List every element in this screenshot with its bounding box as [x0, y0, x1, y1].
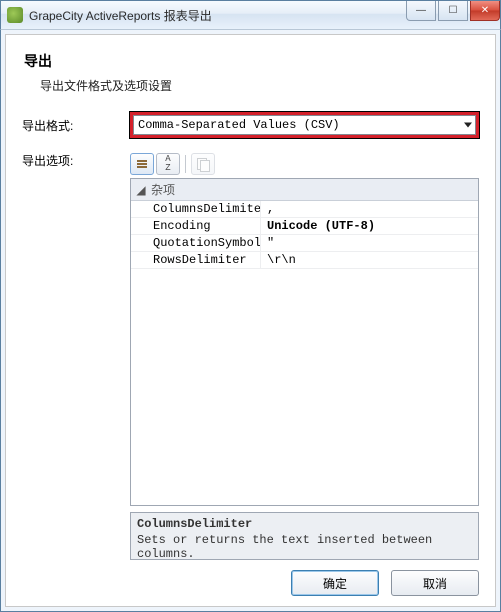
- page-subtitle: 导出文件格式及选项设置: [40, 77, 479, 94]
- desc-prop-name: ColumnsDelimiter: [137, 517, 472, 531]
- propgrid-prop-name: ColumnsDelimiter: [131, 201, 261, 218]
- propgrid-prop-value[interactable]: Unicode (UTF-8): [261, 218, 478, 235]
- toolbar-alphabetical-button[interactable]: AZ: [156, 153, 180, 175]
- ok-button[interactable]: 确定: [291, 570, 379, 596]
- dialog-content: 导出 导出文件格式及选项设置 导出格式: 导出选项:: [5, 34, 496, 607]
- desc-prop-text: Sets or returns the text inserted betwee…: [137, 533, 432, 561]
- window-body: 导出 导出文件格式及选项设置 导出格式: 导出选项:: [0, 30, 501, 612]
- toolbar-separator: [185, 155, 186, 173]
- propgrid-prop-value[interactable]: \r\n: [261, 252, 478, 269]
- propgrid-prop-name: QuotationSymbol: [131, 235, 261, 252]
- minimize-button[interactable]: —: [406, 1, 436, 21]
- sort-az-icon: AZ: [165, 155, 170, 173]
- collapse-icon[interactable]: ◢: [135, 183, 147, 197]
- toolbar-pages-button: [191, 153, 215, 175]
- propgrid-description: ColumnsDelimiter Sets or returns the tex…: [130, 512, 479, 560]
- cancel-button[interactable]: 取消: [391, 570, 479, 596]
- propgrid-prop-value[interactable]: ": [261, 235, 478, 252]
- propgrid-row[interactable]: ColumnsDelimiter,: [131, 201, 478, 218]
- format-label: 导出格式:: [22, 117, 130, 134]
- options-panel: AZ ◢ 杂项 ColumnsDelimiter,Encoding: [130, 152, 479, 560]
- titlebar: GrapeCity ActiveReports 报表导出 — ☐ ✕: [0, 0, 501, 30]
- pages-icon: [197, 158, 210, 171]
- propgrid-rows: ColumnsDelimiter,EncodingUnicode (UTF-8)…: [131, 201, 478, 505]
- format-combo[interactable]: [133, 115, 476, 135]
- app-icon: [7, 7, 23, 23]
- propgrid-toolbar: AZ: [130, 152, 479, 176]
- propgrid-row[interactable]: EncodingUnicode (UTF-8): [131, 218, 478, 235]
- propgrid-prop-value[interactable]: ,: [261, 201, 478, 218]
- maximize-button[interactable]: ☐: [438, 1, 468, 21]
- property-grid[interactable]: ◢ 杂项 ColumnsDelimiter,EncodingUnicode (U…: [130, 178, 479, 506]
- format-highlight-box: [130, 112, 479, 138]
- toolbar-categorized-button[interactable]: [130, 153, 154, 175]
- close-button[interactable]: ✕: [470, 1, 500, 21]
- propgrid-category-label: 杂项: [151, 181, 175, 198]
- propgrid-row[interactable]: RowsDelimiter\r\n: [131, 252, 478, 269]
- propgrid-category-header[interactable]: ◢ 杂项: [131, 179, 478, 201]
- window-buttons: — ☐ ✕: [406, 1, 500, 21]
- options-label: 导出选项:: [22, 152, 130, 560]
- format-row: 导出格式:: [22, 112, 479, 138]
- window-title: GrapeCity ActiveReports 报表导出: [29, 7, 212, 24]
- categorized-icon: [137, 160, 147, 168]
- page-title: 导出: [24, 51, 479, 71]
- propgrid-prop-name: RowsDelimiter: [131, 252, 261, 269]
- propgrid-prop-name: Encoding: [131, 218, 261, 235]
- dialog-buttons: 确定 取消: [22, 570, 479, 596]
- propgrid-row[interactable]: QuotationSymbol": [131, 235, 478, 252]
